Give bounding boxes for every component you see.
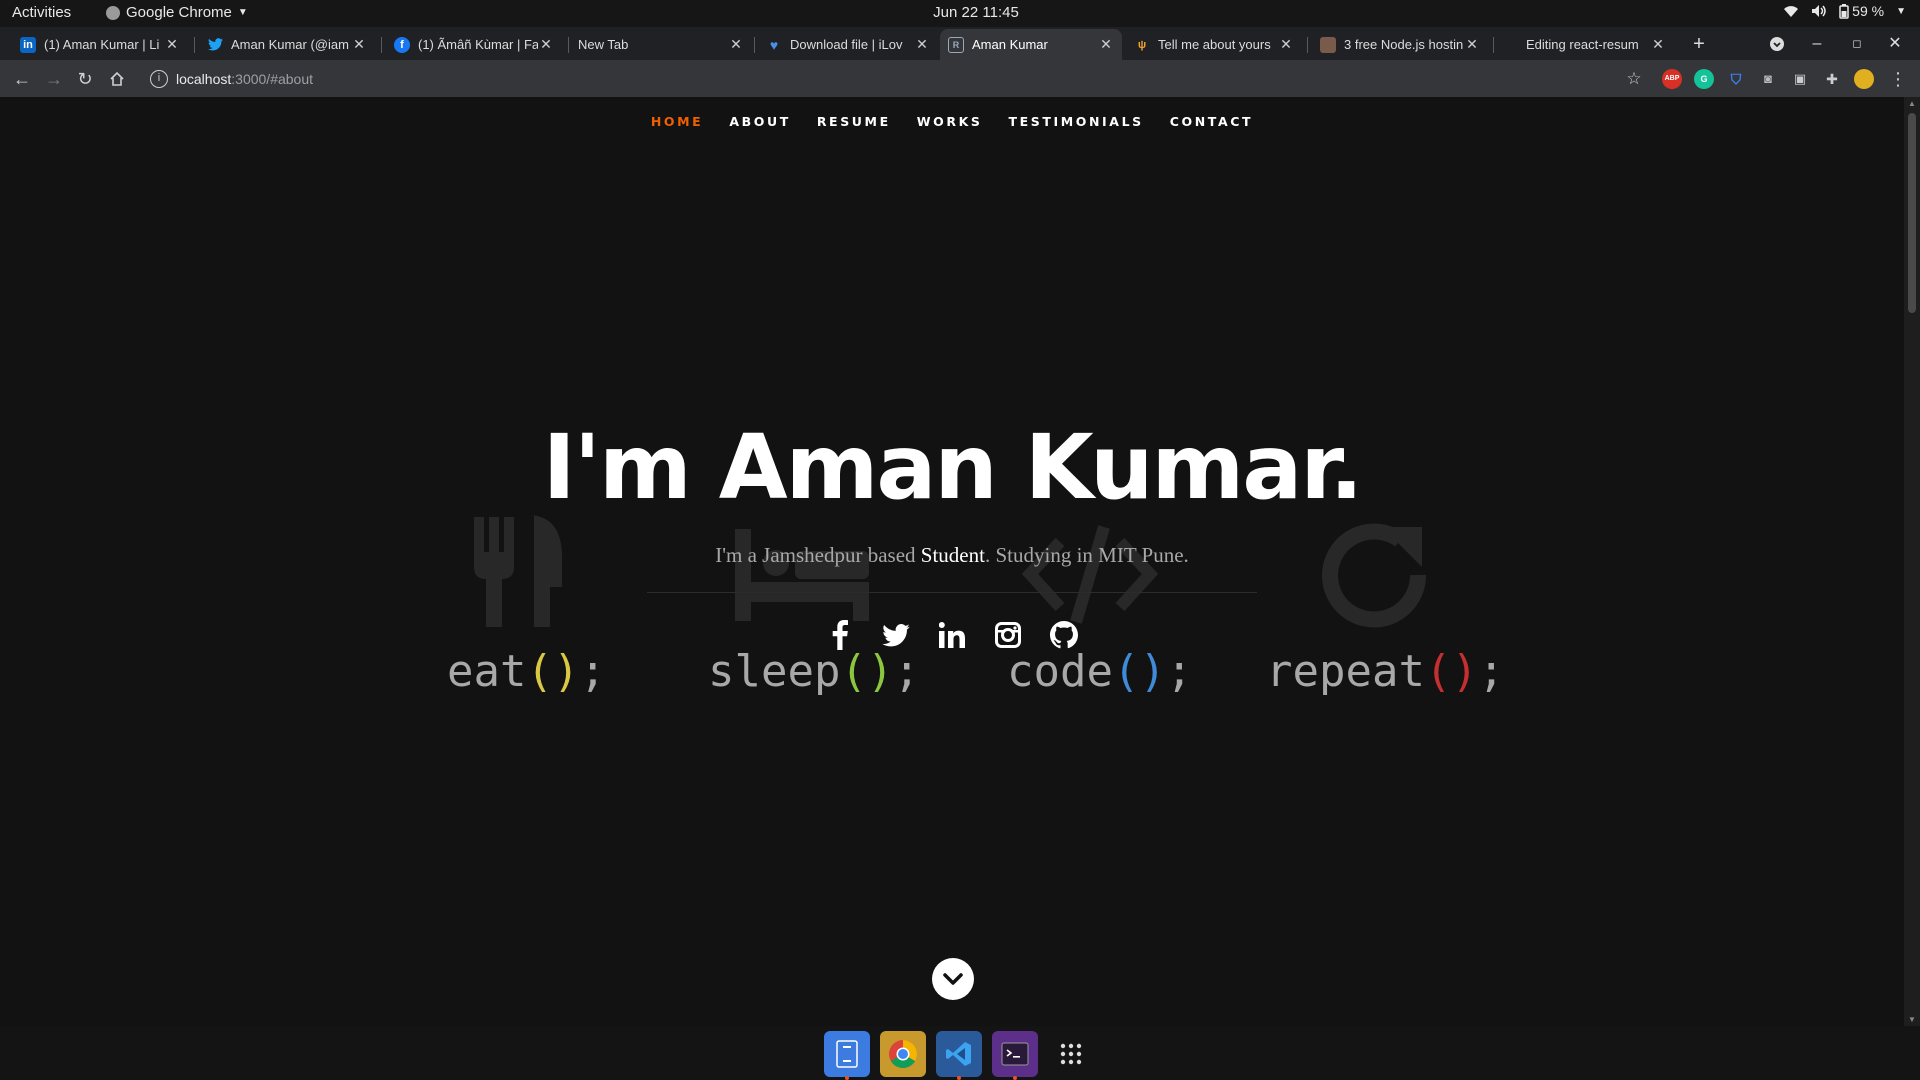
clock[interactable]: Jun 22 11:45 [916, 4, 1036, 21]
close-tab-icon[interactable]: ✕ [1650, 36, 1666, 53]
tab-strip: in (1) Aman Kumar | Li ✕ Aman Kumar (@ia… [0, 27, 1920, 60]
nav-works[interactable]: WORKS [904, 114, 996, 129]
tab-ilovepdf[interactable]: ♥ Download file | iLov ✕ [758, 29, 938, 60]
battery-percent: 59 % [1852, 3, 1885, 19]
tab-editing-resume[interactable]: Editing react-resum ✕ [1518, 29, 1674, 60]
tab-aman-kumar-active[interactable]: R Aman Kumar ✕ [940, 29, 1122, 60]
scrollbar-thumb[interactable] [1908, 113, 1916, 313]
system-top-bar: Activities Google Chrome ▼ Jun 22 11:45 … [0, 0, 1920, 27]
twitter-icon[interactable] [878, 617, 914, 653]
browser-toolbar: ← → ↻ i localhost:3000/#about ☆ ABP G ⛉ … [0, 60, 1920, 97]
media-extension-icon[interactable]: ▣ [1790, 69, 1810, 89]
bg-word-eat: eat(); [447, 646, 606, 697]
url-host: localhost [176, 70, 232, 87]
terminal-icon[interactable] [992, 1031, 1038, 1080]
scroll-down-arrow-icon[interactable]: ▼ [1907, 1015, 1917, 1024]
minimize-icon[interactable]: – [1806, 33, 1828, 55]
shield-extension-icon[interactable]: ⛉ [1726, 69, 1746, 89]
close-tab-icon[interactable]: ✕ [1464, 36, 1480, 53]
home-icon[interactable] [105, 67, 129, 91]
repeat-icon [1322, 523, 1427, 628]
code-icon [1021, 525, 1159, 624]
close-window-icon[interactable]: ✕ [1884, 33, 1906, 55]
extensions-puzzle-icon[interactable]: ✚ [1822, 69, 1842, 89]
activities-button[interactable]: Activities [12, 4, 71, 21]
battery-icon [1839, 3, 1849, 19]
camera-extension-icon[interactable]: ◙ [1758, 69, 1778, 89]
tab-node-hosting[interactable]: 3 free Node.js hostin ✕ [1312, 29, 1488, 60]
twitter-icon [207, 37, 223, 53]
grammarly-extension-icon[interactable]: G [1694, 69, 1714, 89]
new-tab-plus-icon[interactable]: + [1688, 33, 1710, 55]
maximize-icon[interactable]: ◻ [1846, 33, 1868, 55]
close-tab-icon[interactable]: ✕ [1278, 36, 1294, 53]
power-menu-caret-icon: ▼ [1896, 5, 1906, 17]
profile-avatar[interactable] [1854, 69, 1874, 89]
instagram-icon[interactable] [990, 617, 1026, 653]
vscode-icon[interactable] [936, 1031, 982, 1080]
app-menu[interactable]: Google Chrome ▼ [106, 4, 248, 21]
fork-knife-icon [474, 515, 562, 627]
close-tab-icon[interactable]: ✕ [164, 36, 180, 53]
nav-about[interactable]: ABOUT [716, 114, 804, 129]
files-icon[interactable] [824, 1031, 870, 1080]
sourcerer-icon: ψ [1137, 38, 1147, 51]
react-page-icon: R [948, 36, 964, 53]
nav-testimonials[interactable]: TESTIMONIALS [995, 114, 1156, 129]
wifi-icon [1784, 6, 1799, 17]
address-bar[interactable]: i localhost:3000/#about [140, 64, 1640, 93]
close-tab-icon[interactable]: ✕ [1098, 36, 1114, 53]
site-info-icon[interactable]: i [150, 69, 168, 88]
tab-sourcerer[interactable]: ψ Tell me about yours ✕ [1126, 29, 1302, 60]
hero-subtitle: I'm a Jamshedpur based Student. Studying… [715, 543, 1189, 567]
app-menu-label: Google Chrome [126, 4, 232, 21]
github-icon[interactable] [1046, 617, 1082, 653]
close-tab-icon[interactable]: ✕ [351, 36, 367, 53]
nav-home[interactable]: HOME [638, 114, 716, 129]
nav-resume[interactable]: RESUME [804, 114, 904, 129]
tab-facebook[interactable]: f (1) Ãmâñ Kùmar | Fa ✕ [386, 29, 562, 60]
site-nav: HOME ABOUT RESUME WORKS TESTIMONIALS CON… [0, 114, 1904, 129]
forward-arrow-icon[interactable]: → [42, 67, 66, 91]
page-scrollbar[interactable]: ▲ ▼ [1904, 97, 1920, 1026]
adblock-extension-icon[interactable]: ABP [1662, 69, 1682, 89]
system-tray[interactable]: 59 % ▼ [1783, 3, 1906, 19]
tab-linkedin[interactable]: in (1) Aman Kumar | Li ✕ [12, 29, 188, 60]
volume-icon [1812, 5, 1826, 17]
facebook-icon[interactable] [822, 617, 858, 653]
reload-icon[interactable]: ↻ [73, 67, 97, 91]
tab-new-tab[interactable]: New Tab ✕ [570, 29, 752, 60]
web-page: eat(); sleep(); code(); repeat(); HOME A… [0, 97, 1904, 1026]
chevron-down-icon [943, 973, 963, 985]
tab-search-icon[interactable] [1766, 33, 1788, 55]
facebook-icon: f [394, 36, 410, 53]
scroll-down-button[interactable] [932, 958, 974, 1000]
close-tab-icon[interactable]: ✕ [914, 36, 930, 53]
nav-contact[interactable]: CONTACT [1157, 114, 1266, 129]
bg-word-sleep: sleep(); [708, 646, 920, 697]
chrome-app-icon [106, 5, 120, 20]
linkedin-icon[interactable] [934, 617, 970, 653]
ilovepdf-icon: ♥ [769, 36, 779, 53]
social-links [0, 617, 1904, 653]
tab-twitter[interactable]: Aman Kumar (@iam ✕ [199, 29, 375, 60]
dock [0, 1026, 1920, 1080]
chrome-icon[interactable] [880, 1031, 926, 1077]
bg-word-repeat: repeat(); [1266, 646, 1505, 697]
close-tab-icon[interactable]: ✕ [728, 36, 744, 53]
avatar-icon [1320, 36, 1336, 53]
chrome-menu-icon[interactable]: ⋮ [1886, 67, 1910, 91]
app-grid-icon[interactable] [1048, 1031, 1094, 1077]
back-arrow-icon[interactable]: ← [10, 67, 34, 91]
linkedin-icon: in [20, 36, 36, 53]
scroll-up-arrow-icon[interactable]: ▲ [1907, 99, 1917, 108]
hero-divider [647, 592, 1257, 593]
bookmark-star-icon[interactable]: ☆ [1622, 67, 1646, 91]
bg-word-code: code(); [1007, 646, 1193, 697]
close-tab-icon[interactable]: ✕ [538, 36, 554, 53]
hero-title: I'm Aman Kumar. [542, 415, 1364, 519]
url-path: :3000/#about [231, 70, 314, 87]
caret-down-icon: ▼ [237, 7, 248, 18]
